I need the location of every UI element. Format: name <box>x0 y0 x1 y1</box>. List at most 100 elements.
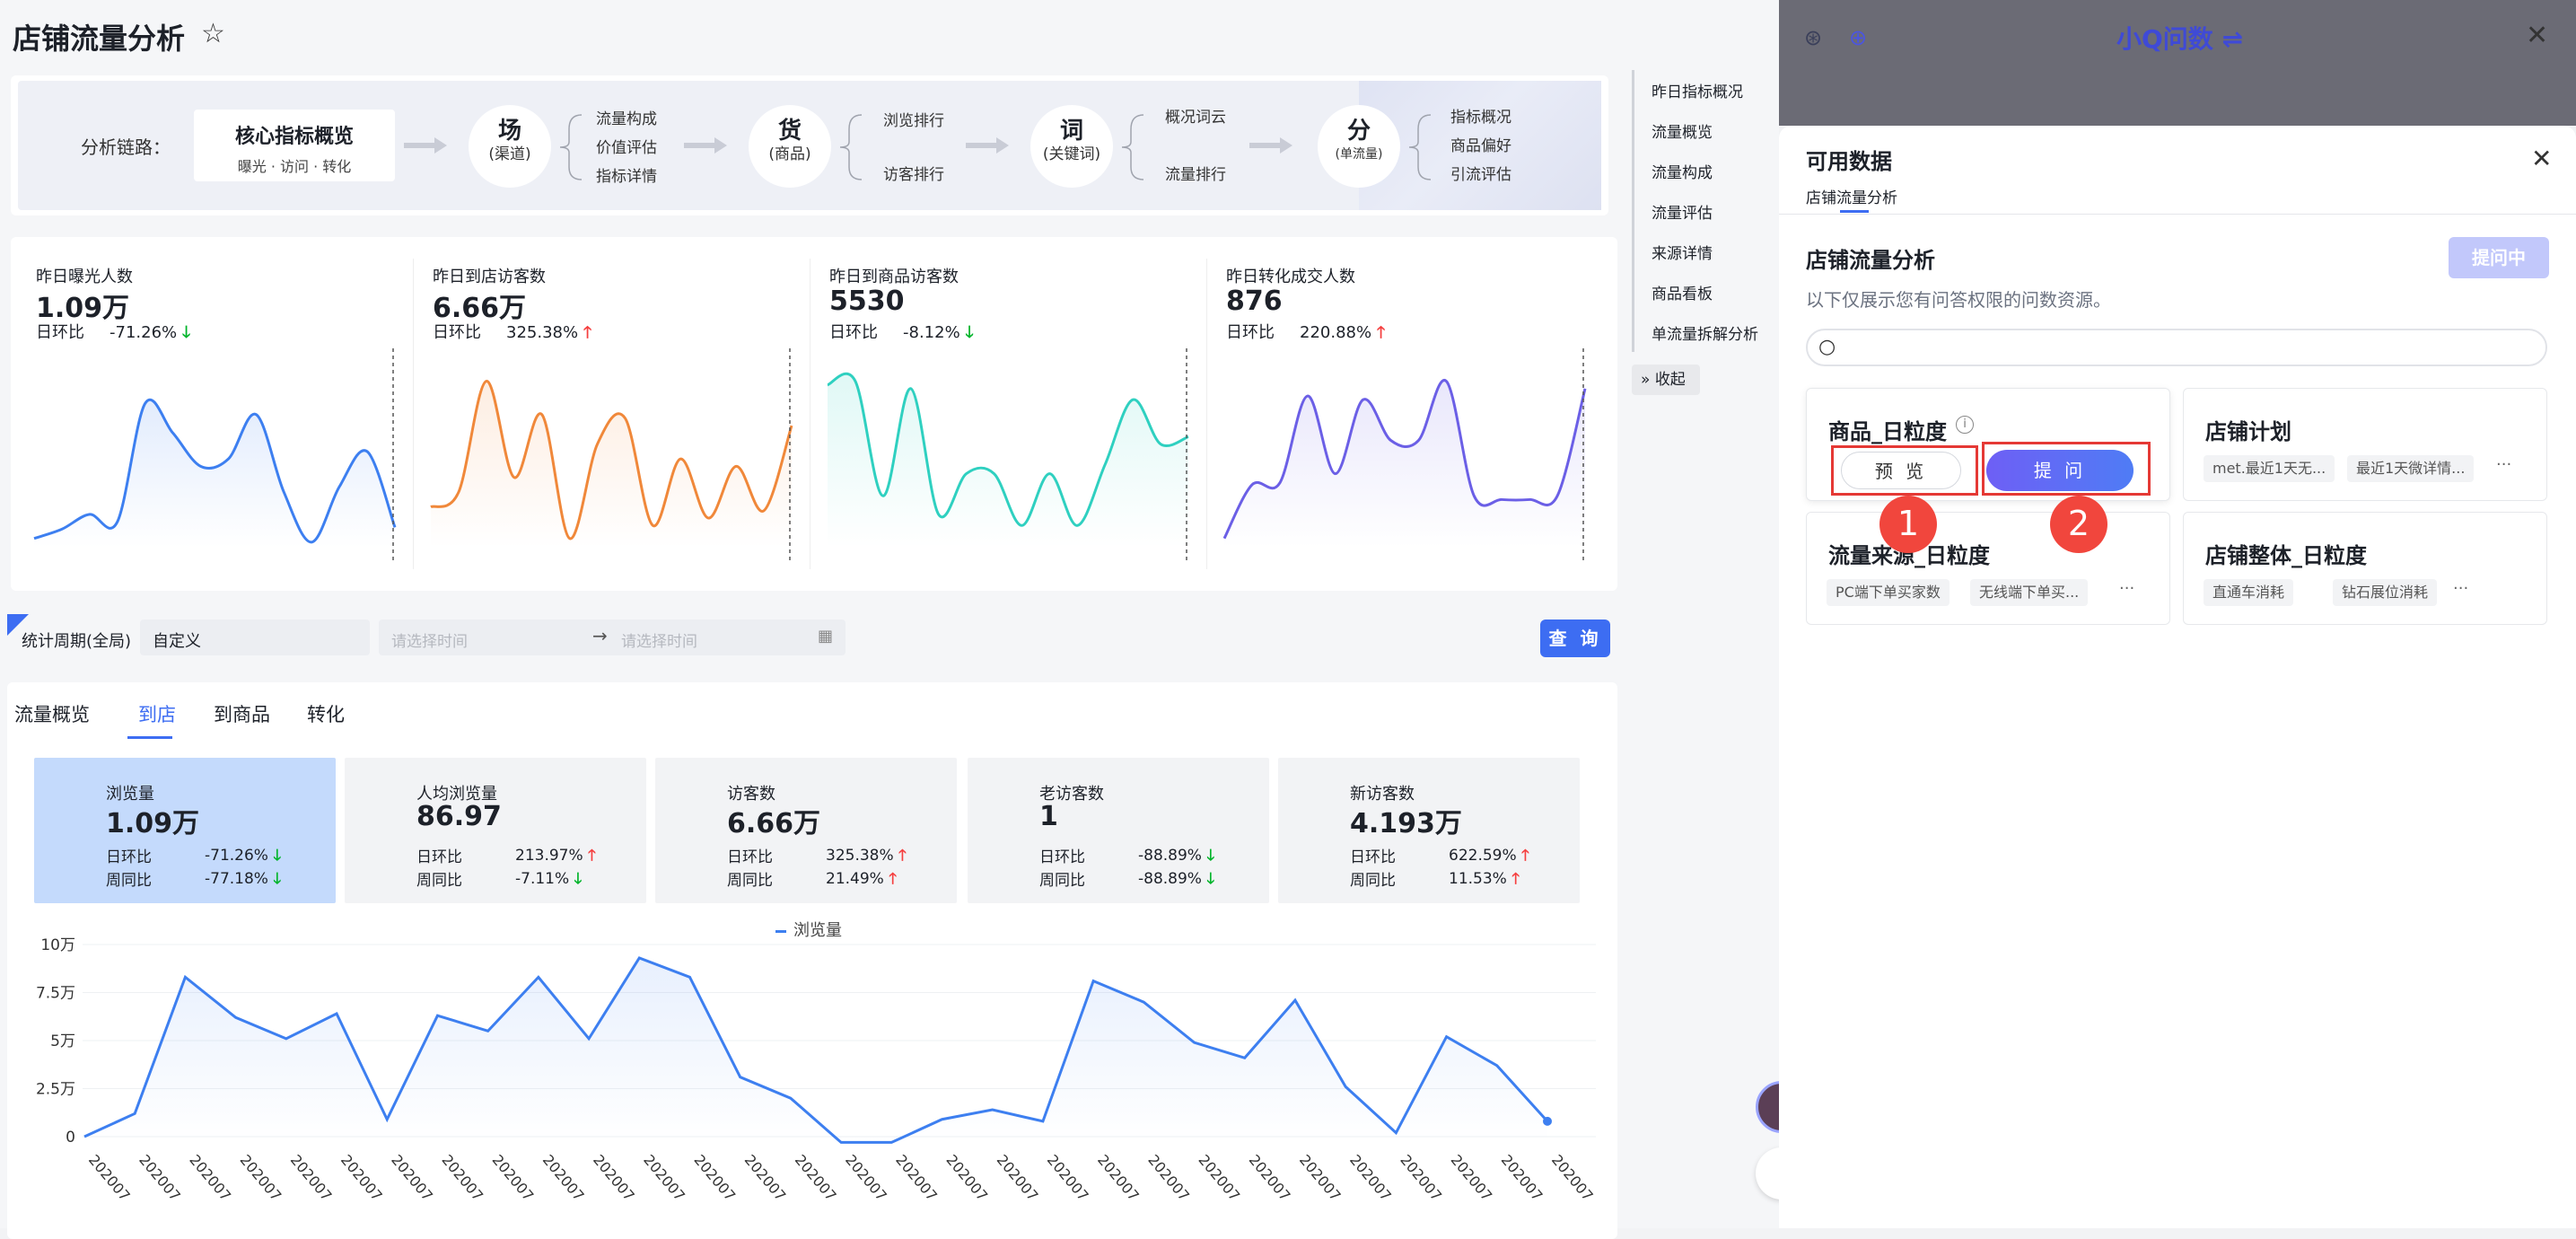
more-icon[interactable]: ··· <box>2496 455 2511 474</box>
calendar-icon: ▦ <box>817 627 833 646</box>
x-tick-label: 202007 <box>1094 1151 1143 1204</box>
metric-card[interactable]: 浏览量 1.09万 日环比 -71.26% 🡓 周同比 -77.18% 🡓 <box>34 758 336 903</box>
x-tick-label: 202007 <box>994 1151 1042 1204</box>
period-label: 统计周期(全局) <box>22 632 132 651</box>
chain-sub-item[interactable]: 引流评估 <box>1450 162 1511 184</box>
x-tick-label: 202007 <box>539 1151 588 1204</box>
x-tick-label: 202007 <box>1548 1151 1597 1204</box>
double-chevron-icon: » <box>1641 371 1655 389</box>
section-description: 以下仅展示您有问答权限的问数资源。 <box>1806 289 2111 311</box>
sparkline <box>827 348 1189 560</box>
y-tick-label: 2.5万 <box>36 1081 75 1099</box>
chain-sub-item[interactable]: 商品偏好 <box>1450 133 1511 155</box>
nav-item[interactable]: 商品看板 <box>1652 281 1713 303</box>
data-point <box>1543 1116 1552 1126</box>
available-data-drawer: 可用数据 ✕ 店铺流量分析 店铺流量分析 提问中 以下仅展示您有问答权限的问数资… <box>1779 126 2576 1228</box>
history-icon[interactable]: ⊛ <box>1804 25 1822 50</box>
chain-sub-item[interactable]: 价值评估 <box>596 135 657 157</box>
data-card[interactable]: 店铺计划 met.最近1天无... 最近1天微详情... ··· <box>2183 388 2547 501</box>
x-tick-label: 202007 <box>489 1151 538 1204</box>
x-tick-label: 202007 <box>640 1151 688 1204</box>
chain-sub-item[interactable]: 流量排行 <box>1165 162 1226 184</box>
arrow-right-icon <box>966 137 1009 154</box>
chain-node-keyword[interactable]: 词 (关键词) <box>1030 105 1113 188</box>
arrow-right-icon <box>684 137 727 154</box>
chain-sub-item[interactable]: 流量构成 <box>596 106 657 128</box>
main-line-chart: 02.5万5万7.5万10万202007 202007 202007 202007 20… <box>36 936 1597 1204</box>
nav-item[interactable]: 单流量拆解分析 <box>1652 321 1758 344</box>
star-icon[interactable]: ☆ <box>201 18 225 49</box>
tag: 无线端下单买... <box>1970 579 2089 606</box>
tab-conversion[interactable]: 转化 <box>307 700 345 727</box>
more-icon[interactable]: ··· <box>2453 579 2468 598</box>
nav-item[interactable]: 昨日指标概况 <box>1652 79 1743 101</box>
arrow-right-icon <box>404 137 447 154</box>
metric-card[interactable]: 新访客数 4.193万 日环比 622.59% 🡑 周同比 11.53% 🡑 <box>1278 758 1580 903</box>
date-range-picker[interactable]: 请选择时间 → 请选择时间 ▦ <box>379 620 846 655</box>
chain-sub-item[interactable]: 概况词云 <box>1165 104 1226 127</box>
metric-card[interactable]: 访客数 6.66万 日环比 325.38% 🡑 周同比 21.49% 🡑 <box>655 758 957 903</box>
search-input[interactable]: ○ <box>1806 329 2547 366</box>
metric-card[interactable]: 老访客数 1 日环比 -88.89% 🡓 周同比 -88.89% 🡓 <box>968 758 1269 903</box>
core-metrics-box[interactable]: 核心指标概览 曝光 · 访问 · 转化 <box>194 110 395 181</box>
kpi-card: 昨日转化成交人数 876 日环比 220.88% 🡑 <box>1201 237 1596 591</box>
nav-item[interactable]: 来源详情 <box>1652 241 1713 263</box>
end-date-input[interactable]: 请选择时间 <box>621 628 697 651</box>
nav-item[interactable]: 流量评估 <box>1652 200 1713 223</box>
x-tick-label: 202007 <box>85 1151 134 1204</box>
chain-label: 分析链路： <box>81 136 171 158</box>
query-button[interactable]: 查 询 <box>1540 620 1610 657</box>
data-card[interactable]: 流量来源_日粒度 PC端下单买家数 无线端下单买... ··· <box>1806 512 2170 625</box>
chevron-down-icon: ⌄ <box>153 627 167 646</box>
chain-node-goods[interactable]: 货 (商品) <box>749 105 831 188</box>
main-panel: 流量概览 到店 到商品 转化 浏览量 1.09万 日环比 -71.26% 🡓 周同… <box>7 682 1617 1239</box>
kpi-panel: 昨日曝光人数 1.09万 日环比 -71.26% 🡓 昨日到店访客数 6.66万 … <box>11 237 1617 591</box>
x-tick-label: 202007 <box>842 1151 890 1204</box>
nav-item[interactable]: 流量概览 <box>1652 119 1713 142</box>
nav-item[interactable]: 流量构成 <box>1652 160 1713 182</box>
x-tick-label: 202007 <box>237 1151 285 1204</box>
drawer-tab[interactable]: 店铺流量分析 <box>1806 185 1897 207</box>
chain-sub-item[interactable]: 访客排行 <box>883 162 944 184</box>
data-card[interactable]: 店铺整体_日粒度 直通车消耗 钻石展位消耗 ··· <box>2183 512 2547 625</box>
sparkline-area <box>431 381 792 548</box>
assistant-title[interactable]: 小Q问数 ⇌ <box>2116 20 2243 56</box>
chain-node-traffic[interactable]: 分 (单流量) <box>1318 105 1400 188</box>
sparkline-area <box>1224 380 1585 548</box>
metric-card[interactable]: 人均浏览量 86.97 日环比 213.97% 🡑 周同比 -7.11% 🡓 <box>345 758 646 903</box>
more-icon[interactable]: ··· <box>2119 579 2134 598</box>
add-icon[interactable]: ⊕ <box>1849 25 1867 50</box>
asking-status-button[interactable]: 提问中 <box>2449 237 2549 278</box>
series-area <box>84 957 1547 1143</box>
tab-traffic-overview[interactable]: 流量概览 <box>14 700 90 727</box>
active-tab-indicator <box>127 736 172 739</box>
arrow-right-icon <box>1249 137 1292 154</box>
chain-sub-item[interactable]: 浏览排行 <box>883 108 944 130</box>
close-icon[interactable]: ✕ <box>2531 144 2552 173</box>
x-tick-label: 202007 <box>1498 1151 1546 1204</box>
x-tick-label: 202007 <box>1246 1151 1294 1204</box>
x-tick-label: 202007 <box>287 1151 336 1204</box>
collapse-button[interactable]: » 收起 <box>1632 365 1700 395</box>
arrow-right-icon: → <box>592 625 608 646</box>
step-badge: 1 <box>1879 496 1937 553</box>
y-tick-label: 5万 <box>50 1032 75 1050</box>
assistant-header: ⊛ ⊕ 小Q问数 ⇌ ✕ <box>1779 0 2576 126</box>
period-select[interactable]: 自定义 ⌄ <box>140 620 370 655</box>
sparkline-area <box>34 400 395 548</box>
close-icon[interactable]: ✕ <box>2526 20 2548 51</box>
highlight-box <box>1831 445 1978 496</box>
chain-sub-item[interactable]: 指标详情 <box>596 163 657 186</box>
chain-node-channel[interactable]: 场 (渠道) <box>469 105 551 188</box>
info-icon[interactable]: i <box>1956 416 1974 434</box>
x-tick-label: 202007 <box>337 1151 386 1204</box>
arrow-down-icon: 🡓 <box>965 323 974 342</box>
x-tick-label: 202007 <box>1195 1151 1243 1204</box>
tab-to-goods[interactable]: 到商品 <box>214 700 270 727</box>
x-tick-label: 202007 <box>590 1151 638 1204</box>
start-date-input[interactable]: 请选择时间 <box>391 628 468 651</box>
tag: 直通车消耗 <box>2204 579 2294 606</box>
chain-sub-item[interactable]: 指标概况 <box>1450 104 1511 127</box>
tag: PC端下单买家数 <box>1827 579 1950 606</box>
tab-to-store[interactable]: 到店 <box>138 700 176 727</box>
